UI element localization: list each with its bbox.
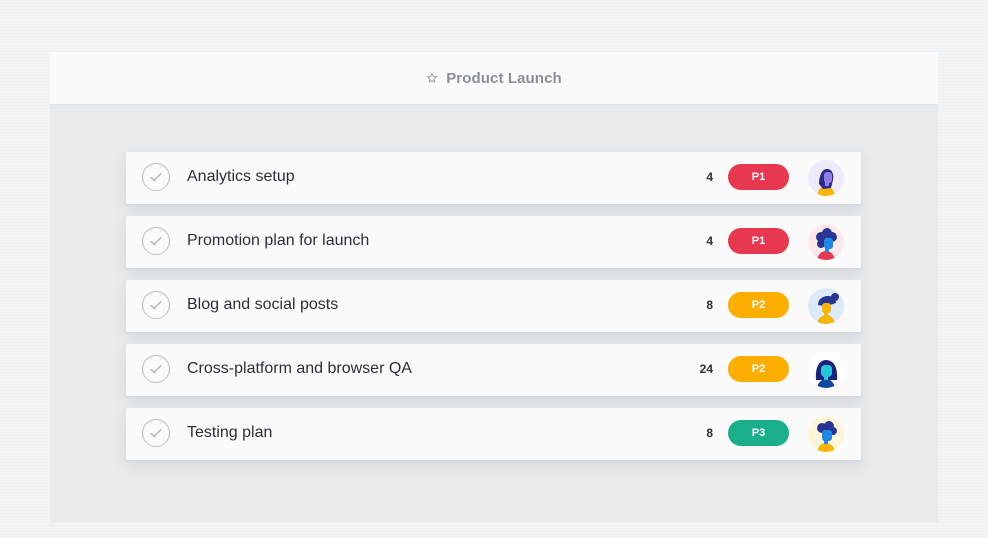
priority-badge[interactable]: P1 [728, 228, 789, 254]
task-count: 4 [706, 170, 713, 184]
checkmark-icon [150, 364, 162, 374]
assignee-avatar[interactable] [808, 224, 844, 260]
task-count: 24 [699, 362, 713, 376]
assignee-avatar[interactable] [808, 352, 844, 388]
complete-checkbox[interactable] [142, 419, 170, 447]
task-row[interactable]: Promotion plan for launch 4 P1 [126, 216, 861, 268]
task-name[interactable]: Blog and social posts [187, 296, 338, 314]
complete-checkbox[interactable] [142, 291, 170, 319]
priority-badge[interactable]: P3 [728, 420, 789, 446]
priority-badge[interactable]: P2 [728, 356, 789, 382]
checkmark-icon [150, 172, 162, 182]
task-row[interactable]: Analytics setup 4 P1 [126, 152, 861, 204]
project-title: Product Launch [446, 69, 562, 87]
task-count: 4 [706, 234, 713, 248]
task-row[interactable]: Testing plan 8 P3 [126, 408, 861, 460]
complete-checkbox[interactable] [142, 163, 170, 191]
assignee-avatar[interactable] [808, 416, 844, 452]
priority-badge[interactable]: P2 [728, 292, 789, 318]
star-icon[interactable] [426, 72, 438, 84]
task-list: Analytics setup 4 P1 Promotion plan for … [126, 152, 861, 472]
task-count: 8 [706, 298, 713, 312]
task-name[interactable]: Testing plan [187, 424, 272, 442]
complete-checkbox[interactable] [142, 355, 170, 383]
task-name[interactable]: Cross-platform and browser QA [187, 360, 412, 378]
checkmark-icon [150, 300, 162, 310]
page: Product Launch Analytics setup 4 P1 Prom… [0, 0, 988, 538]
checkmark-icon [150, 236, 162, 246]
checkmark-icon [150, 428, 162, 438]
task-row[interactable]: Cross-platform and browser QA 24 P2 [126, 344, 861, 396]
priority-badge[interactable]: P1 [728, 164, 789, 190]
project-header: Product Launch [50, 52, 938, 104]
assignee-avatar[interactable] [808, 288, 844, 324]
assignee-avatar[interactable] [808, 160, 844, 196]
task-name[interactable]: Promotion plan for launch [187, 232, 369, 250]
complete-checkbox[interactable] [142, 227, 170, 255]
task-count: 8 [706, 426, 713, 440]
task-row[interactable]: Blog and social posts 8 P2 [126, 280, 861, 332]
task-name[interactable]: Analytics setup [187, 168, 295, 186]
